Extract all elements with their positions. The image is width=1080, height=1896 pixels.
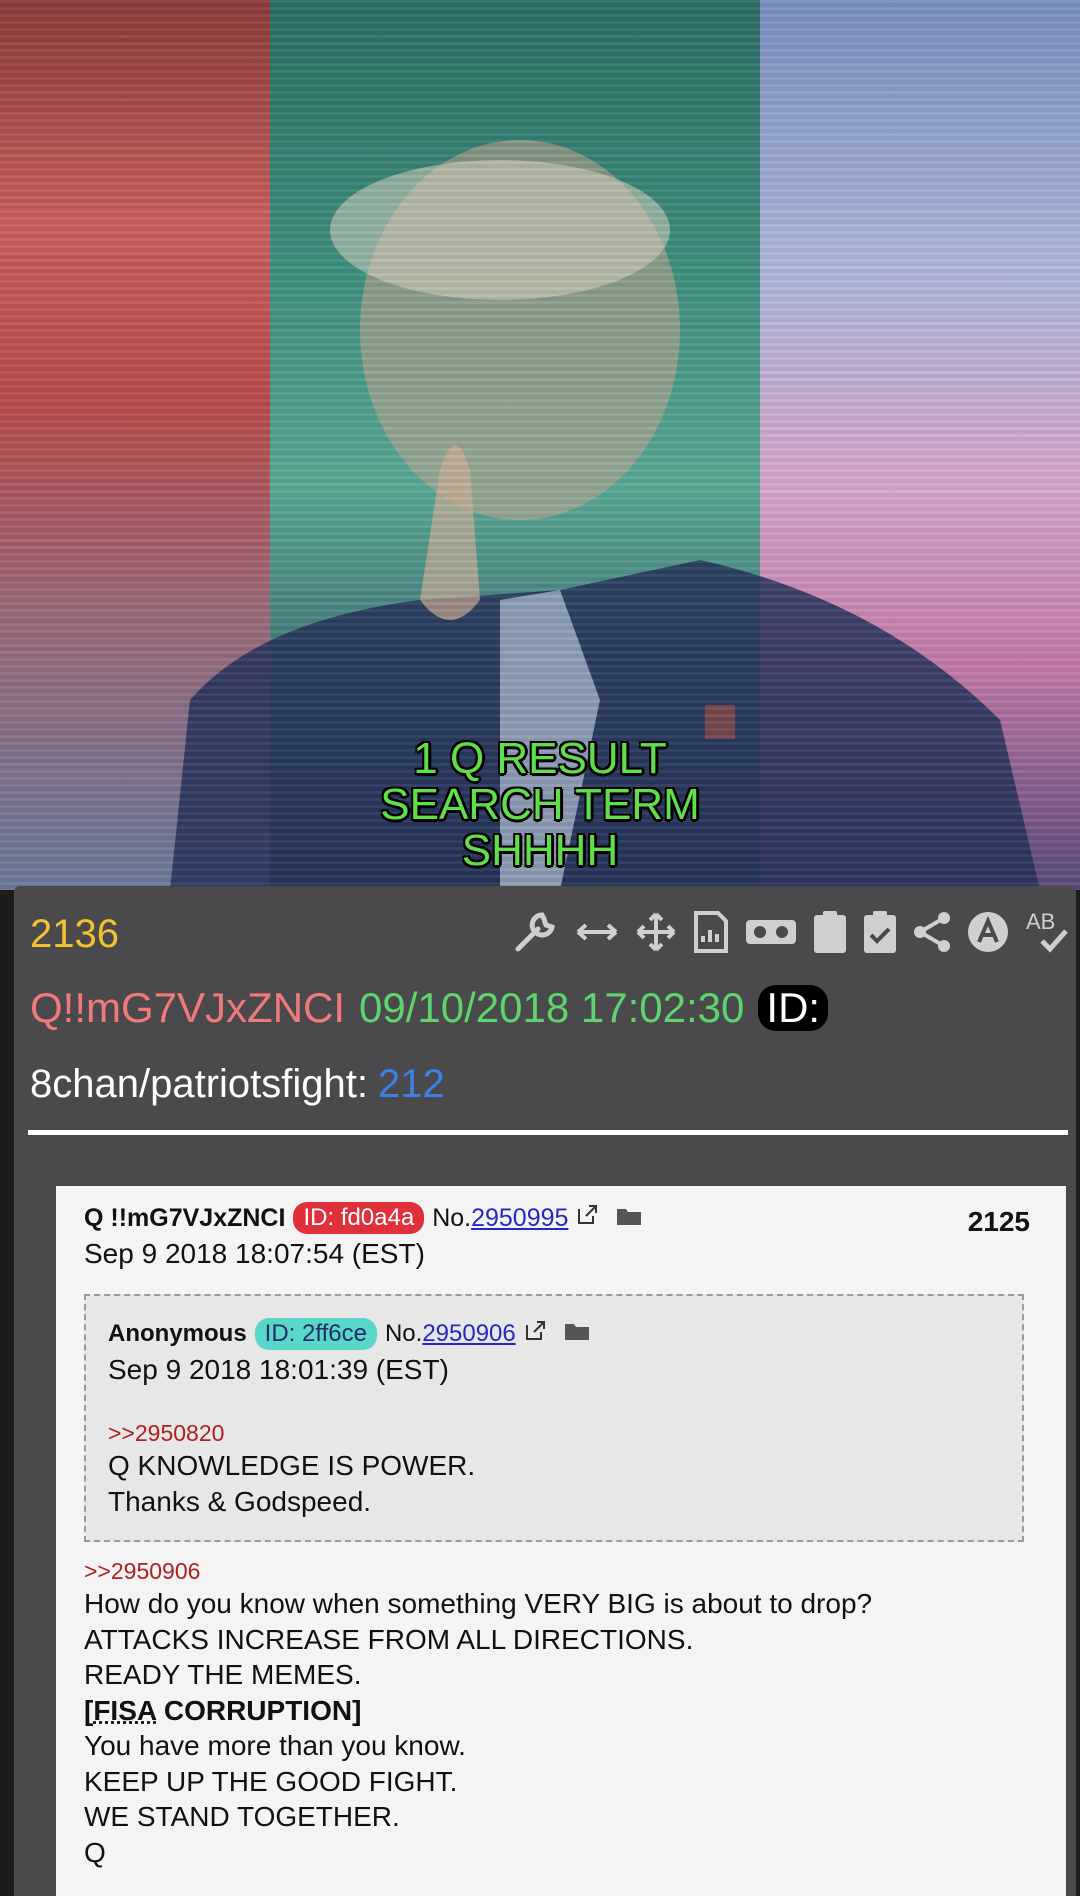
folder-icon[interactable] xyxy=(564,1320,590,1348)
quote-link[interactable]: >>2950906 xyxy=(84,1558,200,1585)
clipboard-icon[interactable] xyxy=(812,909,848,955)
caption-line: SEARCH TERM xyxy=(380,780,700,829)
vr-goggles-icon[interactable] xyxy=(744,909,798,955)
no-prefix: No. xyxy=(384,1320,423,1347)
move-icon[interactable] xyxy=(634,909,678,955)
caption-line: SHHHH xyxy=(461,826,619,875)
body-line: ATTACKS INCREASE FROM ALL DIRECTIONS. xyxy=(84,1623,694,1655)
reply-text: Thanks & Godspeed. xyxy=(108,1486,372,1517)
embedded-author: Q !!mG7VJxZNCI xyxy=(84,1203,286,1232)
tripcode: Q!!mG7VJxZNCI xyxy=(30,984,346,1031)
fisa-word: FISA xyxy=(93,1694,157,1726)
meme-image: 1 Q RESULT SEARCH TERM SHHHH xyxy=(0,0,1080,890)
body-line: KEEP UP THE GOOD FIGHT. xyxy=(84,1765,458,1797)
clipboard-check-icon[interactable] xyxy=(862,909,898,955)
source-board[interactable]: 8chan/patriotsfight: xyxy=(30,1062,368,1106)
embedded-timestamp: Sep 9 2018 18:07:54 (EST) xyxy=(84,1238,425,1269)
svg-text:AB: AB xyxy=(1026,909,1055,934)
body-line-bold: [FISA CORRUPTION] xyxy=(84,1693,872,1729)
post-link[interactable]: 2950995 xyxy=(471,1204,568,1232)
poster-id-badge: ID: fd0a4a xyxy=(293,1202,425,1234)
embedded-post-header: Q !!mG7VJxZNCI ID: fd0a4a No.2950995 xyxy=(84,1202,642,1234)
external-link-icon[interactable] xyxy=(524,1320,546,1349)
post-panel: 2136 AB Q!!mG7VJxZNCI 09/10/2018 17:02:3… xyxy=(14,886,1076,1896)
quote-link[interactable]: >>2950820 xyxy=(108,1420,224,1447)
post-author-line: Q!!mG7VJxZNCI 09/10/2018 17:02:30 ID: xyxy=(30,984,829,1032)
body-line: READY THE MEMES. xyxy=(84,1659,362,1690)
reply-text: Q KNOWLEDGE IS POWER. xyxy=(108,1450,476,1481)
id-button[interactable]: ID: xyxy=(758,985,829,1031)
caption-line: 1 Q RESULT xyxy=(413,734,667,783)
wrench-icon[interactable] xyxy=(512,909,560,955)
document-chart-icon[interactable] xyxy=(692,909,730,955)
external-link-icon[interactable] xyxy=(576,1204,598,1233)
corruption-word: CORRUPTION] xyxy=(156,1694,362,1726)
divider xyxy=(28,1130,1068,1135)
bracket: [ xyxy=(84,1694,94,1726)
reply-header: Anonymous ID: 2ff6ce No.2950906 xyxy=(108,1318,590,1350)
source-count[interactable]: 212 xyxy=(378,1062,445,1106)
post-body: How do you know when something VERY BIG … xyxy=(84,1586,872,1870)
embedded-count: 2125 xyxy=(967,1206,1030,1237)
reply-author: Anonymous xyxy=(108,1320,247,1347)
post-toolbar: AB xyxy=(512,904,1070,960)
body-line: You have more than you know. xyxy=(84,1730,466,1761)
share-icon[interactable] xyxy=(912,909,952,955)
post-number: 2136 xyxy=(30,912,119,956)
body-line: WE STAND TOGETHER. xyxy=(84,1801,400,1832)
body-line: How do you know when something VERY BIG … xyxy=(84,1588,873,1619)
folder-icon[interactable] xyxy=(616,1204,642,1233)
body-line: Q xyxy=(84,1836,106,1868)
source-line: 8chan/patriotsfight: 212 xyxy=(30,1062,445,1107)
embedded-post-screenshot: Q !!mG7VJxZNCI ID: fd0a4a No.2950995 Sep… xyxy=(56,1186,1066,1896)
post-datetime: 09/10/2018 17:02:30 xyxy=(359,984,745,1031)
quoted-reply: Anonymous ID: 2ff6ce No.2950906 Sep 9 20… xyxy=(84,1294,1024,1542)
a-circle-icon[interactable] xyxy=(966,909,1010,955)
meme-caption: 1 Q RESULT SEARCH TERM SHHHH xyxy=(340,736,740,874)
poster-id-badge: ID: 2ff6ce xyxy=(254,1318,377,1350)
reply-timestamp: Sep 9 2018 18:01:39 (EST) xyxy=(108,1354,449,1385)
ab-check-icon[interactable]: AB xyxy=(1024,909,1070,955)
expand-horizontal-icon[interactable] xyxy=(574,909,620,955)
no-prefix: No. xyxy=(432,1203,472,1232)
post-link[interactable]: 2950906 xyxy=(422,1320,515,1347)
